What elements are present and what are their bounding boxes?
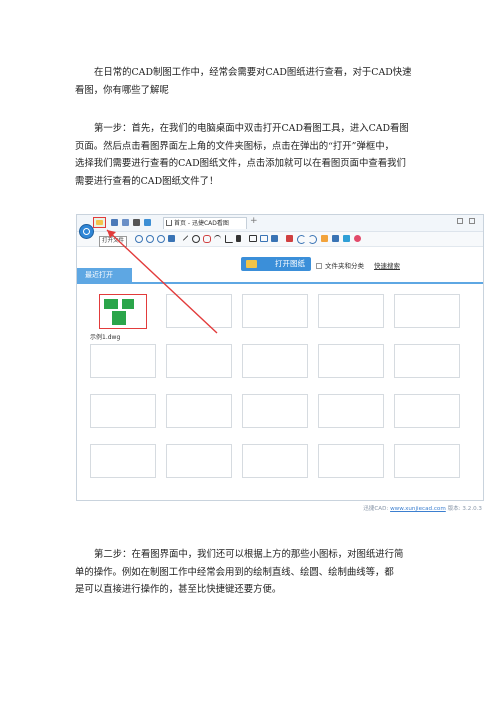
recent-file-name: 示例1.dwg (90, 334, 121, 341)
step-one-line-1: 第一步：首先，在我们的电脑桌面中双击打开CAD看图工具，进入CAD看图 (94, 123, 409, 134)
website-link[interactable]: www.xunjiecad.com (390, 506, 446, 512)
zoom-out-icon[interactable] (146, 235, 154, 243)
maximize-window-icon[interactable] (469, 218, 475, 224)
recent-file-slot (90, 394, 156, 428)
recent-file-slot (394, 444, 460, 478)
step-one-line-3: 选择我们需要进行查看的CAD图纸文件，点击添加就可以在看图页面中查看我们 (75, 158, 406, 169)
redo-icon[interactable] (308, 235, 317, 244)
line-icon[interactable] (180, 233, 189, 241)
cad-logo-icon (79, 224, 94, 239)
text-icon[interactable] (236, 235, 241, 242)
drawing-toolbar (77, 232, 483, 247)
step-two-paragraph: 第二步：在看图界面中，我们还可以根据上方的那些小图标，对图纸进行简 单的操作。例… (75, 546, 425, 599)
tab-home[interactable]: 首页 - 迅捷CAD看图 (163, 217, 247, 229)
zoom-window-icon[interactable] (157, 235, 165, 243)
cad-viewer-screenshot: 首页 - 迅捷CAD看图 + 打开文件 打开图纸 文件夹和分类 快速搜索 最近打… (76, 214, 484, 516)
recent-file-slot (166, 394, 232, 428)
open-drawing-label: 打开图纸 (275, 259, 305, 268)
version-footer: 迅捷CAD: www.xunjiecad.com 版本: 3.2.0.3 (363, 504, 482, 512)
tab-recent[interactable]: 最近打开 (77, 268, 132, 282)
recent-file-slot (318, 344, 384, 378)
recent-file-slot (166, 444, 232, 478)
recent-file-slot (394, 294, 460, 328)
step-two-line-1: 第二步：在看图界面中，我们还可以根据上方的那些小图标，对图纸进行简 (94, 549, 404, 560)
folder-icon (246, 260, 257, 268)
print-icon[interactable] (133, 219, 140, 226)
zoom-in-icon[interactable] (135, 235, 143, 243)
step-two-line-2: 单的操作。例如在制图工作中经常会用到的绘制直线、绘圆、绘制曲线等，都 (75, 566, 394, 578)
color-icon[interactable] (354, 235, 361, 242)
recent-file-slot (318, 444, 384, 478)
step-one-paragraph: 第一步：首先，在我们的电脑桌面中双击打开CAD看图工具，进入CAD看图 页面。然… (75, 120, 425, 190)
intro-line-2: 看图，你有哪些了解呢 (75, 84, 169, 96)
recent-file-slot (166, 294, 232, 328)
recent-file-slot (90, 344, 156, 378)
recent-file-slot (394, 394, 460, 428)
recent-file-slot (90, 444, 156, 478)
revision-cloud-icon[interactable] (203, 235, 211, 243)
drawing-preview (104, 299, 118, 309)
recent-file-slot (242, 444, 308, 478)
circle-icon[interactable] (192, 235, 200, 243)
folders-categories-label: 文件夹和分类 (325, 262, 364, 270)
undo-icon[interactable] (297, 235, 306, 244)
folders-categories-checkbox[interactable] (316, 263, 322, 269)
tab-home-label: 首页 - 迅捷CAD看图 (174, 220, 229, 227)
title-toolbar: 首页 - 迅捷CAD看图 + (77, 215, 483, 232)
recent-file-slot (242, 294, 308, 328)
drawing-preview (112, 311, 126, 325)
recent-file-slot (318, 294, 384, 328)
rectangle-icon[interactable] (249, 235, 257, 242)
polyline-icon[interactable] (225, 235, 233, 243)
drawing-preview (122, 299, 134, 309)
step-one-line-2: 页面。然后点击看图界面左上角的文件夹图标，点击在弹出的“打开”弹框中， (75, 140, 394, 152)
recent-file-thumbnail[interactable] (99, 294, 147, 329)
footer-prefix: 迅捷CAD: (363, 506, 391, 512)
version-text: 版本: 3.2.0.3 (445, 506, 482, 512)
recent-file-slot (318, 394, 384, 428)
restore-window-icon[interactable] (457, 218, 463, 224)
quick-search-link[interactable]: 快速搜索 (374, 260, 400, 270)
measure-icon[interactable] (260, 235, 268, 242)
pdf-export-icon[interactable] (321, 235, 328, 242)
layout-switch-icon[interactable] (343, 235, 350, 242)
step-two-line-3: 是可以直接进行操作的，甚至比快捷键还要方便。 (75, 584, 282, 595)
layout-icon[interactable] (144, 219, 151, 226)
recent-file-slot (394, 344, 460, 378)
cad-viewer-window: 首页 - 迅捷CAD看图 + 打开文件 打开图纸 文件夹和分类 快速搜索 最近打… (76, 214, 484, 501)
hatch-icon[interactable] (271, 235, 278, 242)
recent-file-slot (242, 344, 308, 378)
open-file-button[interactable] (93, 217, 106, 228)
new-tab-button[interactable]: + (250, 216, 258, 226)
step-one-line-4: 需要进行查看的CAD图纸文件了！ (75, 175, 219, 187)
open-file-tooltip: 打开文件 (99, 236, 128, 247)
recent-file-slot (242, 394, 308, 428)
intro-paragraph: 在日常的CAD制图工作中，经常会需要对CAD图纸进行查看，对于CAD快速 看图，… (75, 64, 425, 99)
intro-line-1: 在日常的CAD制图工作中，经常会需要对CAD图纸进行查看，对于CAD快速 (94, 67, 412, 78)
home-icon (166, 220, 172, 226)
open-drawing-button[interactable]: 打开图纸 (241, 257, 311, 271)
erase-icon[interactable] (286, 235, 293, 242)
layer-icon[interactable] (332, 235, 339, 242)
save-icon[interactable] (111, 219, 118, 226)
pan-icon[interactable] (168, 235, 175, 242)
curve-icon[interactable] (214, 235, 221, 243)
recent-file-slot (166, 344, 232, 378)
save-as-icon[interactable] (122, 219, 129, 226)
